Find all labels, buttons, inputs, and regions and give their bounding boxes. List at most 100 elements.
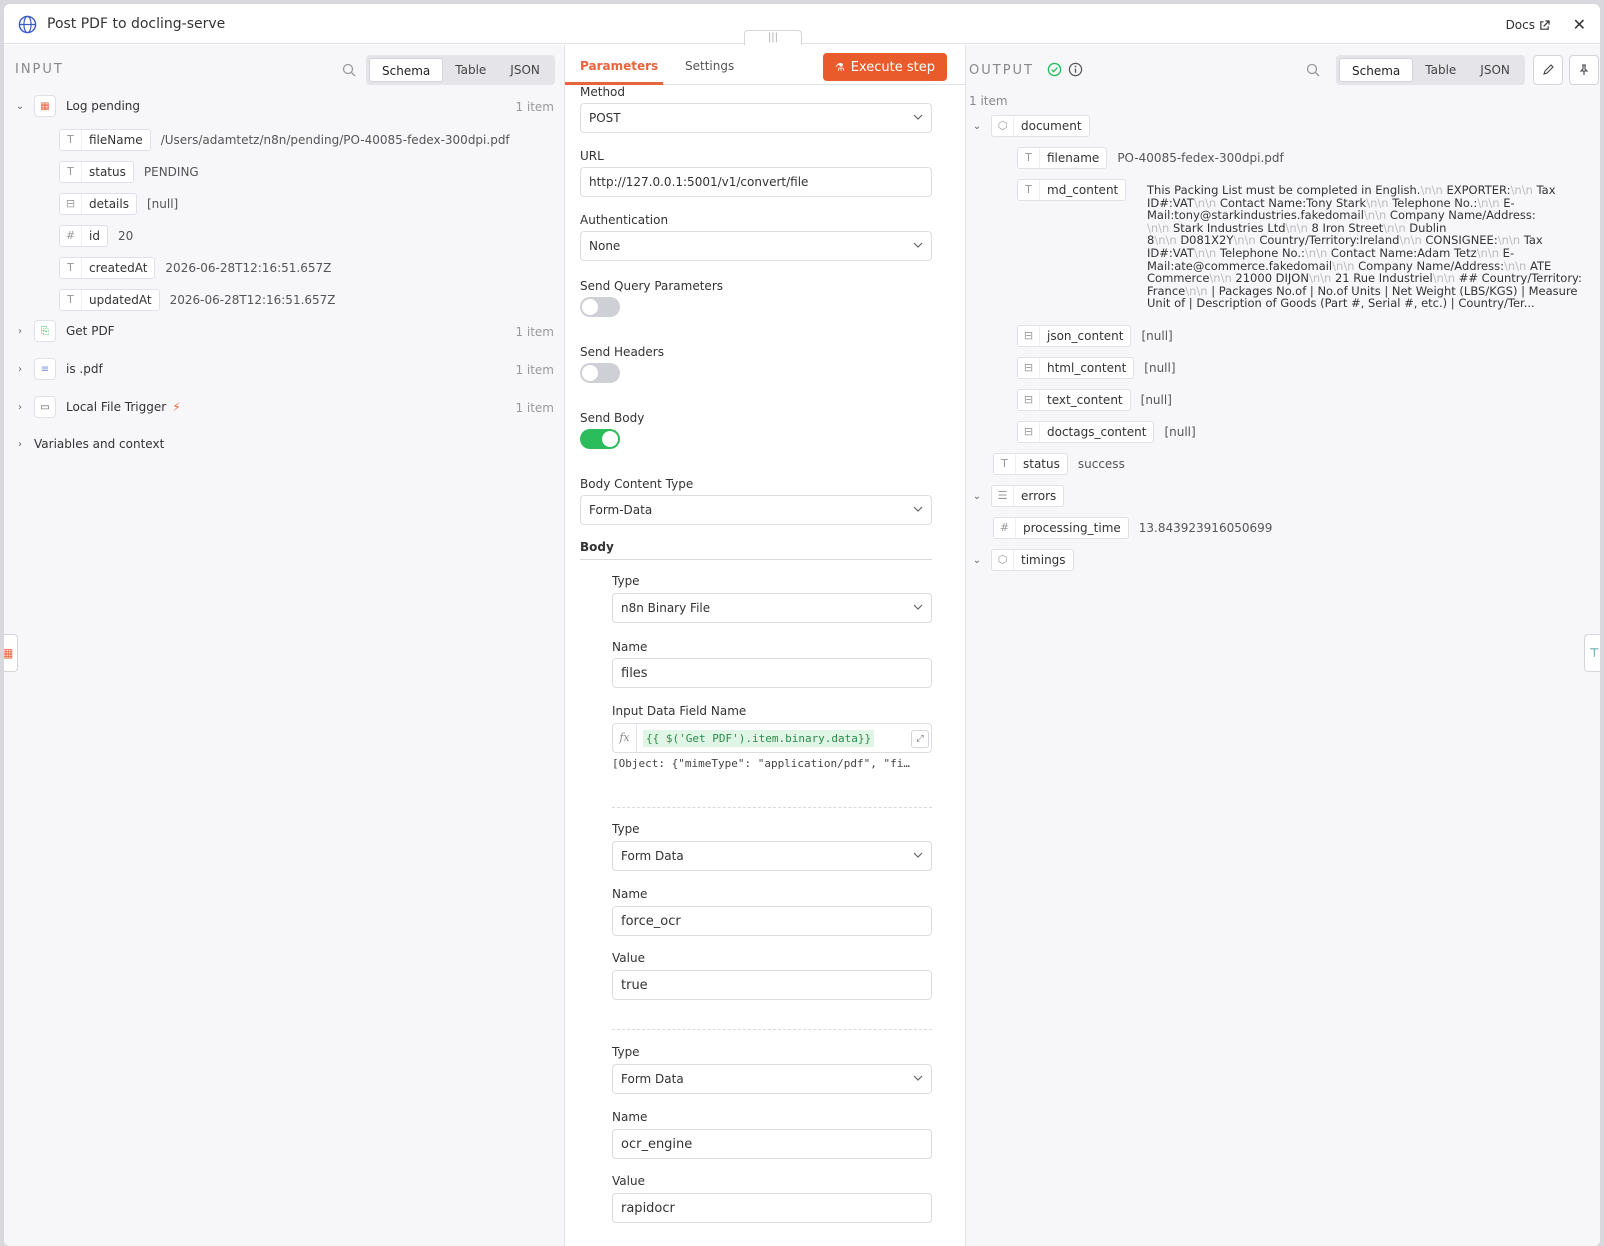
field-key[interactable]: TupdatedAt <box>59 289 160 311</box>
output-timings-row[interactable]: ⌄ ⬡ timings <box>971 549 1084 571</box>
left-edge-toggle[interactable]: ▦ <box>4 634 18 672</box>
body-type-select[interactable]: Form Data <box>612 1064 932 1094</box>
chevron-right-icon[interactable]: › <box>14 364 26 375</box>
field-row: Tmd_content <box>1017 179 1136 201</box>
cube-icon: ⬡ <box>992 550 1014 570</box>
input-node-local-file-trigger[interactable]: › ▭ Local File Trigger ⚡ <box>14 396 181 418</box>
chevron-down-icon[interactable]: ⌄ <box>14 101 26 112</box>
input-node-is-pdf[interactable]: › ≡ is .pdf <box>14 358 103 380</box>
input-data-field-expression[interactable]: fx {{ $('Get PDF').item.binary.data}} ⤢ <box>612 723 932 753</box>
pencil-icon <box>1543 64 1554 75</box>
modal-header: Post PDF to docling-serve Docs ✕ <box>4 4 1600 44</box>
field-row: Tfilename PO-40085-fedex-300dpi.pdf <box>1017 147 1284 169</box>
node-count: 1 item <box>515 363 554 377</box>
expand-expression-icon[interactable]: ⤢ <box>911 730 929 748</box>
field-key[interactable]: # id <box>59 225 108 247</box>
variables-and-context[interactable]: › Variables and context <box>14 437 164 451</box>
authentication-select[interactable]: None <box>580 231 932 261</box>
field-key[interactable]: TcreatedAt <box>59 257 156 279</box>
field-key[interactable]: Tfilename <box>1017 147 1108 169</box>
chevron-down-icon[interactable]: ⌄ <box>971 121 983 132</box>
item-separator <box>612 807 932 808</box>
field-value: PENDING <box>143 165 199 179</box>
field-key[interactable]: ⊟ doctags_content <box>1017 421 1155 443</box>
fx-icon: fx <box>613 724 637 752</box>
field-row: TupdatedAt 2026-06-28T12:16:51.657Z <box>59 289 336 311</box>
right-edge-toggle[interactable]: ⊤ <box>1584 634 1600 672</box>
tab-parameters[interactable]: Parameters <box>580 59 658 73</box>
input-node-log-pending[interactable]: ⌄ ▦ Log pending <box>14 95 140 117</box>
field-value: 20 <box>117 229 134 243</box>
output-tab-table[interactable]: Table <box>1413 58 1468 82</box>
execute-step-button[interactable]: ⚗ Execute step <box>822 53 947 81</box>
input-tab-json[interactable]: JSON <box>498 58 552 82</box>
output-errors-row[interactable]: ⌄ ☰ errors <box>971 485 1074 507</box>
body-value-input[interactable]: true <box>612 970 932 1000</box>
body-name-input[interactable]: files <box>612 658 932 688</box>
body-value-input[interactable]: rapidocr <box>612 1193 932 1223</box>
text-type-icon: T <box>1018 148 1040 168</box>
body-type-label: Type <box>612 822 640 836</box>
field-key[interactable]: ⊟ json_content <box>1017 325 1132 347</box>
body-content-type-select[interactable]: Form-Data <box>580 495 932 525</box>
info-icon[interactable] <box>1068 62 1083 77</box>
field-key[interactable]: ⬡ timings <box>991 549 1074 571</box>
send-headers-toggle[interactable] <box>580 363 620 383</box>
output-tab-json[interactable]: JSON <box>1468 58 1522 82</box>
tab-settings[interactable]: Settings <box>685 59 734 73</box>
send-body-toggle[interactable] <box>580 429 620 449</box>
node-title[interactable]: Post PDF to docling-serve <box>47 16 225 32</box>
field-key[interactable]: Tmd_content <box>1017 179 1127 201</box>
output-tab-schema[interactable]: Schema <box>1339 58 1414 82</box>
text-type-icon: T <box>60 130 82 150</box>
field-key[interactable]: ☰ errors <box>991 485 1065 507</box>
drag-handle[interactable]: ||| <box>744 30 802 46</box>
field-key[interactable]: ⊟ html_content <box>1017 357 1135 379</box>
field-row: TcreatedAt 2026-06-28T12:16:51.657Z <box>59 257 331 279</box>
search-icon[interactable] <box>1306 63 1320 77</box>
md-line: Unit of | Description of Goods (Part #, … <box>1147 296 1535 311</box>
send-query-toggle[interactable] <box>580 297 620 317</box>
input-node-get-pdf[interactable]: › ⎘ Get PDF <box>14 320 115 342</box>
chevron-down-icon[interactable]: ⌄ <box>971 491 983 502</box>
body-type-select[interactable]: Form Data <box>612 841 932 871</box>
field-row: TfileName /Users/adamtetz/n8n/pending/PO… <box>59 129 510 151</box>
field-key[interactable]: Tstatus <box>993 453 1068 475</box>
output-document-row[interactable]: ⌄ ⬡ document <box>971 115 1100 137</box>
field-row: ⊟ doctags_content [null] <box>1017 421 1196 443</box>
field-key[interactable]: ⊟ text_content <box>1017 389 1131 411</box>
field-key[interactable]: ⊟ details <box>59 193 137 215</box>
url-input[interactable]: http://127.0.0.1:5001/v1/convert/file <box>580 167 932 197</box>
body-name-label: Name <box>612 1110 648 1124</box>
chevron-right-icon[interactable]: › <box>14 439 26 450</box>
body-name-value: ocr_engine <box>621 1136 693 1152</box>
table-icon: ▦ <box>34 95 56 117</box>
number-type-icon: # <box>994 518 1016 538</box>
cube-icon: ⬡ <box>992 116 1014 136</box>
chevron-down-icon[interactable]: ⌄ <box>971 555 983 566</box>
pin-output-button[interactable] <box>1569 55 1599 85</box>
input-tab-table[interactable]: Table <box>443 58 498 82</box>
body-name-input[interactable]: ocr_engine <box>612 1129 932 1159</box>
method-select[interactable]: POST <box>580 103 932 133</box>
chevron-right-icon[interactable]: › <box>14 326 26 337</box>
field-row: Tstatus PENDING <box>59 161 199 183</box>
input-tab-schema[interactable]: Schema <box>369 58 444 82</box>
search-icon[interactable] <box>342 63 356 77</box>
body-name-value: force_ocr <box>621 913 681 929</box>
body-type-select[interactable]: n8n Binary File <box>612 593 932 623</box>
field-key[interactable]: ⬡ document <box>991 115 1090 137</box>
field-key[interactable]: TfileName <box>59 129 151 151</box>
close-icon[interactable]: ✕ <box>1573 15 1586 34</box>
field-value: 2026-06-28T12:16:51.657Z <box>169 293 336 307</box>
chevron-right-icon[interactable]: › <box>14 402 26 413</box>
field-key[interactable]: Tstatus <box>59 161 134 183</box>
docs-link[interactable]: Docs <box>1506 18 1550 32</box>
node-count: 1 item <box>515 100 554 114</box>
field-value: success <box>1077 457 1125 471</box>
edit-output-button[interactable] <box>1533 55 1563 85</box>
body-name-input[interactable]: force_ocr <box>612 906 932 936</box>
field-value: [null] <box>1140 393 1172 407</box>
body-name-label: Name <box>612 887 648 901</box>
field-key[interactable]: # processing_time <box>993 517 1129 539</box>
